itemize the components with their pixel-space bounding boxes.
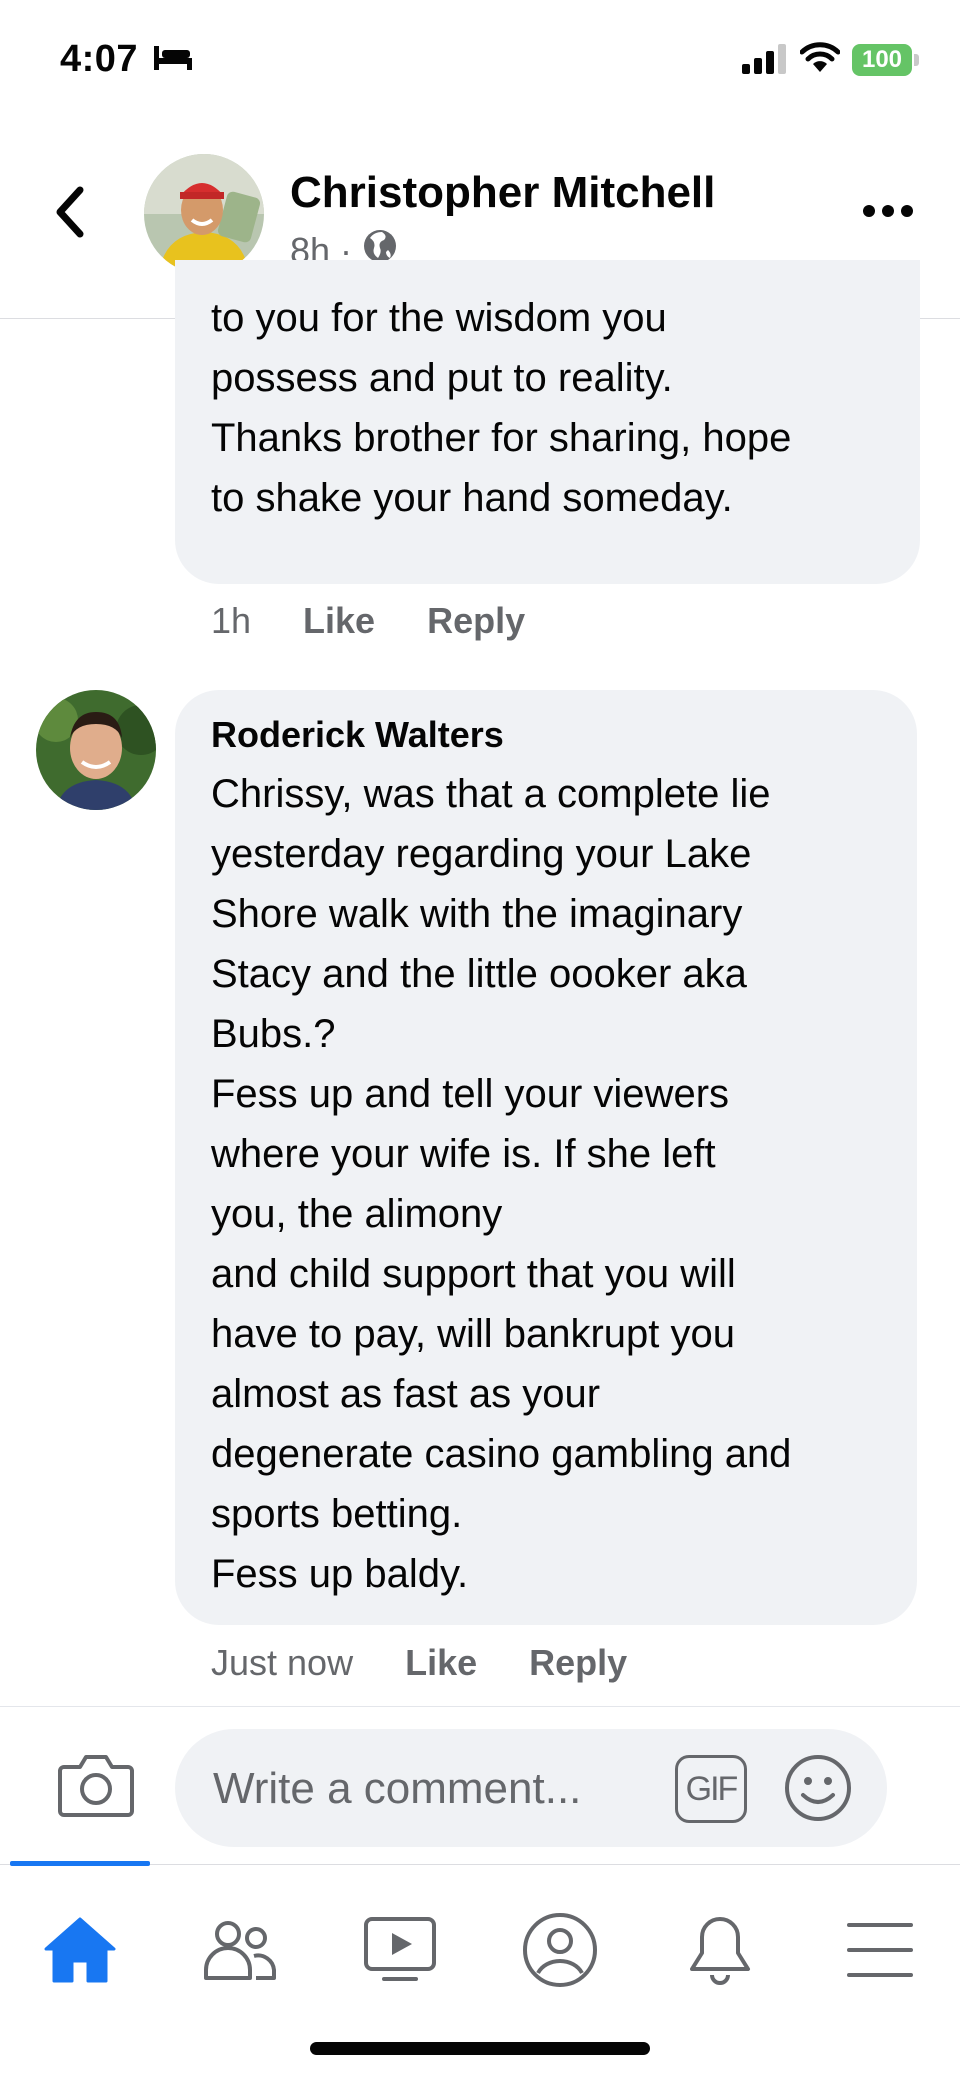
video-icon bbox=[362, 1915, 438, 1990]
tab-bar bbox=[0, 1861, 960, 2080]
emoji-icon[interactable] bbox=[783, 1753, 853, 1828]
gif-button[interactable]: GIF bbox=[675, 1755, 747, 1823]
comment-bubble: Roderick Walters Chrissy, was that a com… bbox=[175, 690, 917, 1625]
battery-icon: 100 bbox=[852, 44, 912, 76]
comment-input[interactable] bbox=[211, 1729, 675, 1849]
comment-actions: Just now Like Reply bbox=[211, 1642, 627, 1684]
status-time: 4:07 bbox=[60, 38, 139, 80]
tab-menu[interactable] bbox=[835, 1907, 925, 1997]
tab-video[interactable] bbox=[355, 1907, 445, 1997]
menu-icon bbox=[847, 1921, 913, 1984]
reply-button[interactable]: Reply bbox=[427, 600, 525, 642]
author-avatar[interactable] bbox=[144, 154, 264, 274]
comment-text: Chrissy, was that a complete lie yesterd… bbox=[211, 772, 792, 1596]
tab-home[interactable] bbox=[35, 1907, 125, 1997]
profile-icon bbox=[521, 1911, 599, 1994]
comment-composer: GIF bbox=[0, 1706, 960, 1865]
like-button[interactable]: Like bbox=[303, 600, 375, 642]
comment-text: to you for the wisdom you possess and pu… bbox=[211, 296, 792, 520]
signal-icon bbox=[742, 44, 788, 79]
friends-icon bbox=[202, 1918, 278, 1987]
author-name[interactable]: Christopher Mitchell bbox=[290, 168, 715, 218]
wifi-icon bbox=[799, 40, 841, 79]
tab-notifications[interactable] bbox=[675, 1907, 765, 1997]
comment-author[interactable]: Roderick Walters bbox=[211, 714, 504, 756]
tab-profile[interactable] bbox=[515, 1907, 605, 1997]
camera-icon[interactable] bbox=[58, 1751, 134, 1822]
commenter-avatar[interactable] bbox=[36, 690, 156, 810]
comment-field[interactable]: GIF bbox=[175, 1729, 887, 1849]
like-button[interactable]: Like bbox=[405, 1642, 477, 1684]
reply-button[interactable]: Reply bbox=[529, 1642, 627, 1684]
battery-tip bbox=[914, 54, 919, 66]
back-icon[interactable] bbox=[50, 182, 90, 242]
bed-icon bbox=[152, 44, 194, 77]
more-icon[interactable] bbox=[862, 204, 914, 223]
comment-time: Just now bbox=[211, 1642, 354, 1683]
active-tab-indicator bbox=[10, 1861, 150, 1866]
tab-friends[interactable] bbox=[195, 1907, 285, 1997]
comment-bubble: to you for the wisdom you possess and pu… bbox=[175, 260, 920, 584]
status-bar: 4:07 100 bbox=[0, 0, 960, 120]
home-icon bbox=[42, 1915, 118, 1990]
home-indicator bbox=[310, 2042, 650, 2055]
comment-actions: 1h Like Reply bbox=[211, 600, 525, 642]
notifications-icon bbox=[685, 1913, 755, 1992]
comment-time: 1h bbox=[211, 600, 252, 641]
